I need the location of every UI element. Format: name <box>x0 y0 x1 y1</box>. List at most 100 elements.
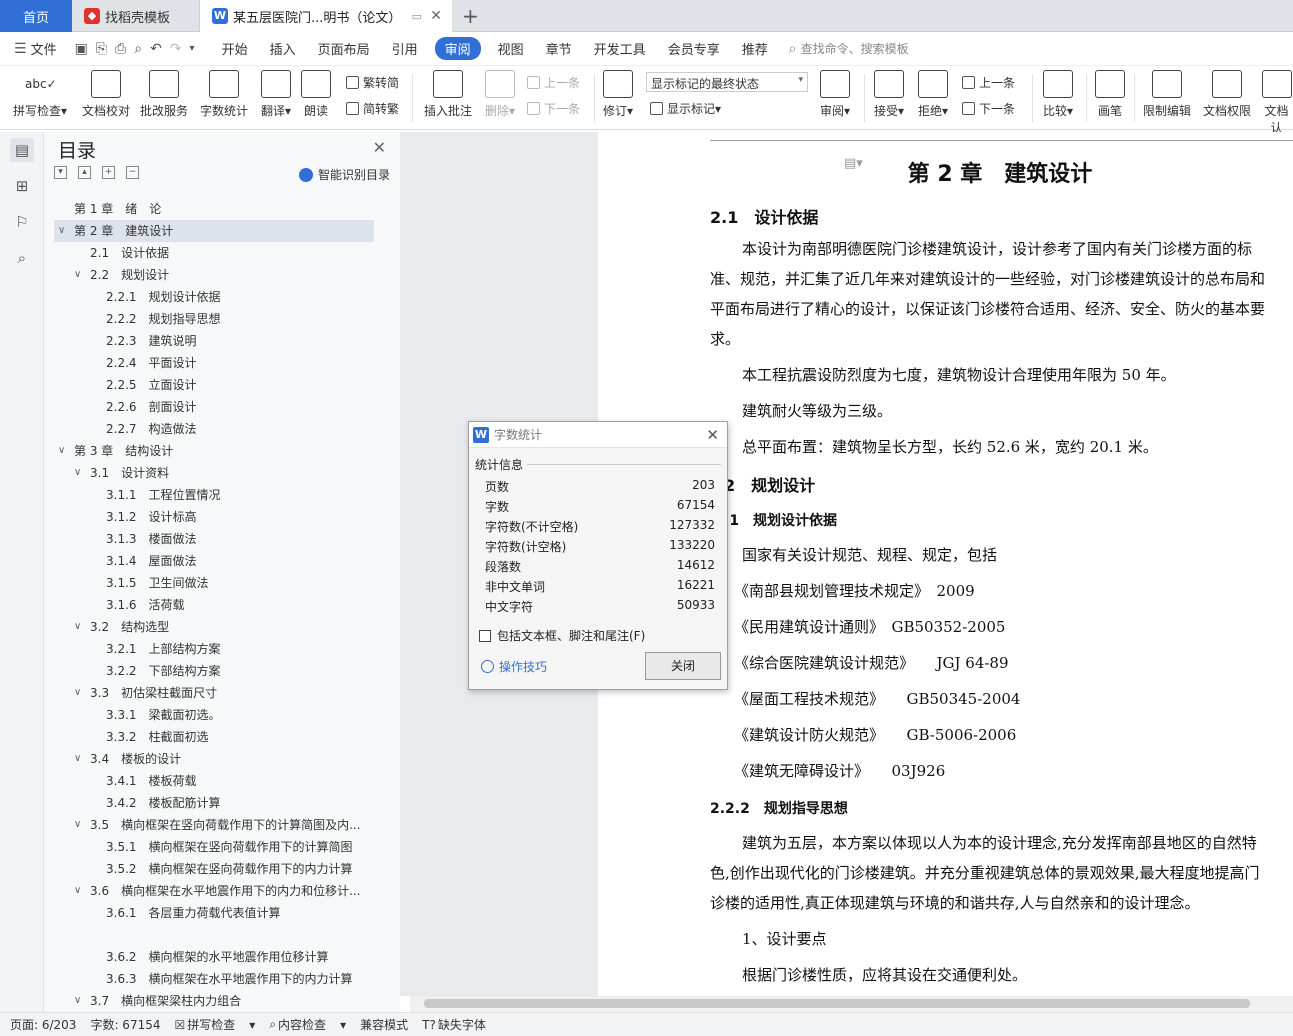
next-comment-button[interactable]: 下一条 <box>527 100 580 117</box>
include-textbox-checkbox[interactable]: 包括文本框、脚注和尾注(F) <box>479 627 645 644</box>
toc-item[interactable]: 3.1.1 工程位置情况 <box>54 484 374 506</box>
toc-item[interactable]: ∨ 第 3 章 结构设计 <box>54 440 374 462</box>
missing-font-status[interactable]: 缺失字体 <box>438 1016 486 1033</box>
trad-to-simp-button[interactable]: 繁转简 <box>346 74 399 91</box>
toc-item[interactable]: 3.1.5 卫生间做法 <box>54 572 374 594</box>
search-panel-icon[interactable]: ⌕ <box>10 246 34 270</box>
toc-item[interactable]: 3.6.2 横向框架的水平地震作用位移计算 <box>54 946 374 968</box>
collapse-all-icon[interactable]: ▾ <box>54 166 67 179</box>
next-change-button[interactable]: 下一条 <box>962 100 1015 117</box>
toc-item[interactable]: 2.2.5 立面设计 <box>54 374 374 396</box>
expand-caret-icon[interactable]: ∨ <box>74 682 81 704</box>
doc-cert-button[interactable]: 文档认 <box>1260 70 1293 136</box>
preview-icon[interactable]: ⌕ <box>130 41 146 57</box>
monitor-icon[interactable]: ▭ <box>412 10 422 23</box>
proofread-button[interactable]: 文档校对 <box>80 70 132 119</box>
word-count-button[interactable]: 字数统计 <box>198 70 250 119</box>
restrict-edit-button[interactable]: 限制编辑 <box>1140 70 1194 119</box>
menu-member[interactable]: 会员专享 <box>657 39 731 58</box>
export-icon[interactable]: ⎘ <box>92 41 111 57</box>
menu-layout[interactable]: 页面布局 <box>307 39 381 58</box>
toc-item[interactable]: ∨ 3.2 结构选型 <box>54 616 374 638</box>
toc-item[interactable]: ∨ 3.5 横向框架在竖向荷载作用下的计算简图及内... <box>54 814 374 836</box>
word-count-indicator[interactable]: 字数: 67154 <box>90 1016 160 1033</box>
toc-item[interactable]: 3.3.1 梁截面初选。 <box>54 704 374 726</box>
smart-toc-button[interactable]: 智能识别目录 <box>298 166 390 183</box>
new-tab-icon[interactable]: + <box>462 4 479 28</box>
expand-caret-icon[interactable]: ∨ <box>74 990 81 1012</box>
track-changes-button[interactable]: 修订▾ <box>600 70 636 119</box>
close-icon[interactable]: ✕ <box>706 426 719 444</box>
close-tab-icon[interactable]: ✕ <box>430 8 442 24</box>
redo-icon[interactable]: ↷ <box>166 41 186 57</box>
toc-item[interactable] <box>54 924 374 946</box>
tab-template[interactable]: ◆ 找稻壳模板 <box>72 0 200 32</box>
toc-item[interactable]: ∨ 3.6 横向框架在水平地震作用下的内力和位移计... <box>54 880 374 902</box>
quick-access-dropdown-icon[interactable]: ▾ <box>186 43 199 54</box>
command-search[interactable]: 查找命令、搜索模板 <box>801 40 909 57</box>
toc-item[interactable]: 第 1 章 绪 论 <box>54 198 374 220</box>
toc-item[interactable]: 3.4.2 楼板配筋计算 <box>54 792 374 814</box>
insert-comment-button[interactable]: 插入批注 <box>420 70 476 119</box>
menu-insert[interactable]: 插入 <box>259 39 307 58</box>
undo-icon[interactable]: ↶ <box>146 41 166 57</box>
toc-item[interactable]: ∨ 2.2 规划设计 <box>54 264 374 286</box>
add-heading-icon[interactable]: + <box>102 166 115 179</box>
toc-item[interactable]: 2.2.7 构造做法 <box>54 418 374 440</box>
review-pane-button[interactable]: 审阅▾ <box>816 70 854 119</box>
menu-recommend[interactable]: 推荐 <box>731 39 779 58</box>
save-icon[interactable]: ▣ <box>71 41 92 57</box>
hamburger-icon[interactable]: ☰ <box>10 41 31 57</box>
markup-mode-select[interactable]: 显示标记的最终状态 ▾ <box>646 72 808 92</box>
toc-item[interactable]: 2.2.6 剖面设计 <box>54 396 374 418</box>
accept-button[interactable]: 接受▾ <box>870 70 908 119</box>
tips-link[interactable]: 操作技巧 <box>481 658 547 675</box>
expand-caret-icon[interactable]: ∨ <box>74 748 81 770</box>
toc-item[interactable]: 3.6.3 横向框架在水平地震作用下的内力计算 <box>54 968 374 990</box>
menu-reference[interactable]: 引用 <box>381 39 429 58</box>
toc-item[interactable]: 3.5.2 横向框架在竖向荷载作用下的内力计算 <box>54 858 374 880</box>
toc-item[interactable]: ∨ 3.3 初估梁柱截面尺寸 <box>54 682 374 704</box>
toc-item[interactable]: 2.2.2 规划指导思想 <box>54 308 374 330</box>
toc-item[interactable]: 3.2.2 下部结构方案 <box>54 660 374 682</box>
tab-home[interactable]: 首页 <box>0 0 72 32</box>
prev-change-button[interactable]: 上一条 <box>962 74 1015 91</box>
menu-view[interactable]: 视图 <box>487 39 535 58</box>
read-aloud-button[interactable]: 朗读 <box>300 70 332 119</box>
expand-caret-icon[interactable]: ∨ <box>74 616 81 638</box>
scrollbar-thumb[interactable] <box>424 999 1250 1008</box>
tab-document[interactable]: W 某五层医院门...明书（论文） ▭ ✕ <box>200 0 452 32</box>
toc-item[interactable]: 3.2.1 上部结构方案 <box>54 638 374 660</box>
toc-panel-icon[interactable]: ▤ <box>10 138 34 162</box>
close-button[interactable]: 关闭 <box>645 652 721 680</box>
spell-check-button[interactable]: abc✓ 拼写检查▾ <box>10 70 70 119</box>
menu-file[interactable]: 文件 <box>31 39 57 58</box>
expand-caret-icon[interactable]: ∨ <box>74 814 81 836</box>
prev-comment-button[interactable]: 上一条 <box>527 74 580 91</box>
horizontal-scrollbar[interactable] <box>410 996 1293 1012</box>
close-icon[interactable]: ✕ <box>373 138 386 157</box>
toc-item[interactable]: ∨ 3.7 横向框架梁柱内力组合 <box>54 990 374 1012</box>
translate-button[interactable]: 翻译▾ <box>256 70 296 119</box>
toc-item[interactable]: 3.3.2 柱截面初选 <box>54 726 374 748</box>
doc-rights-button[interactable]: 文档权限 <box>1200 70 1254 119</box>
expand-caret-icon[interactable]: ∨ <box>58 220 65 242</box>
reject-button[interactable]: 拒绝▾ <box>914 70 952 119</box>
toc-item[interactable]: 3.6.1 各层重力荷载代表值计算 <box>54 902 374 924</box>
toc-item[interactable]: 2.2.4 平面设计 <box>54 352 374 374</box>
toc-item[interactable]: 3.1.3 楼面做法 <box>54 528 374 550</box>
show-markup-button[interactable]: 显示标记 ▾ <box>650 100 721 117</box>
toc-item[interactable]: 3.1.6 活荷载 <box>54 594 374 616</box>
delete-comment-button[interactable]: 删除▾ <box>480 70 520 119</box>
pen-button[interactable]: 画笔 <box>1092 70 1128 119</box>
remove-heading-icon[interactable]: − <box>126 166 139 179</box>
simp-to-trad-button[interactable]: 简转繁 <box>346 100 399 117</box>
menu-dev-tools[interactable]: 开发工具 <box>583 39 657 58</box>
toc-item[interactable]: 2.2.1 规划设计依据 <box>54 286 374 308</box>
spell-check-status[interactable]: 拼写检查 <box>187 1016 235 1033</box>
print-icon[interactable]: ⎙ <box>111 41 130 57</box>
batch-service-button[interactable]: 批改服务 <box>138 70 190 119</box>
menu-chapter[interactable]: 章节 <box>535 39 583 58</box>
content-check-status[interactable]: 内容检查 <box>278 1016 326 1033</box>
toc-item[interactable]: ∨ 3.4 楼板的设计 <box>54 748 374 770</box>
